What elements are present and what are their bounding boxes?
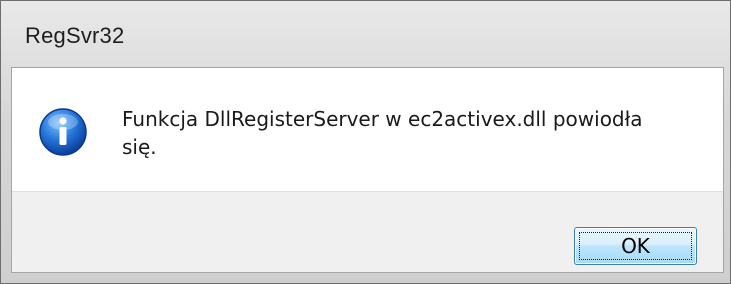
ok-button[interactable]: OK	[574, 227, 697, 265]
dialog-client-area: Funkcja DllRegisterServer w ec2activex.d…	[11, 67, 724, 273]
dialog-window: RegSvr32 Funkcja DllRegisterServer w ec2…	[0, 0, 731, 284]
ok-button-label: OK	[621, 234, 650, 258]
message-text: Funkcja DllRegisterServer w ec2activex.d…	[122, 107, 643, 159]
message-area: Funkcja DllRegisterServer w ec2activex.d…	[12, 68, 723, 191]
title-bar[interactable]: RegSvr32	[1, 1, 730, 67]
button-bar: OK	[12, 191, 723, 272]
window-title: RegSvr32	[25, 23, 125, 48]
information-icon	[38, 107, 88, 157]
